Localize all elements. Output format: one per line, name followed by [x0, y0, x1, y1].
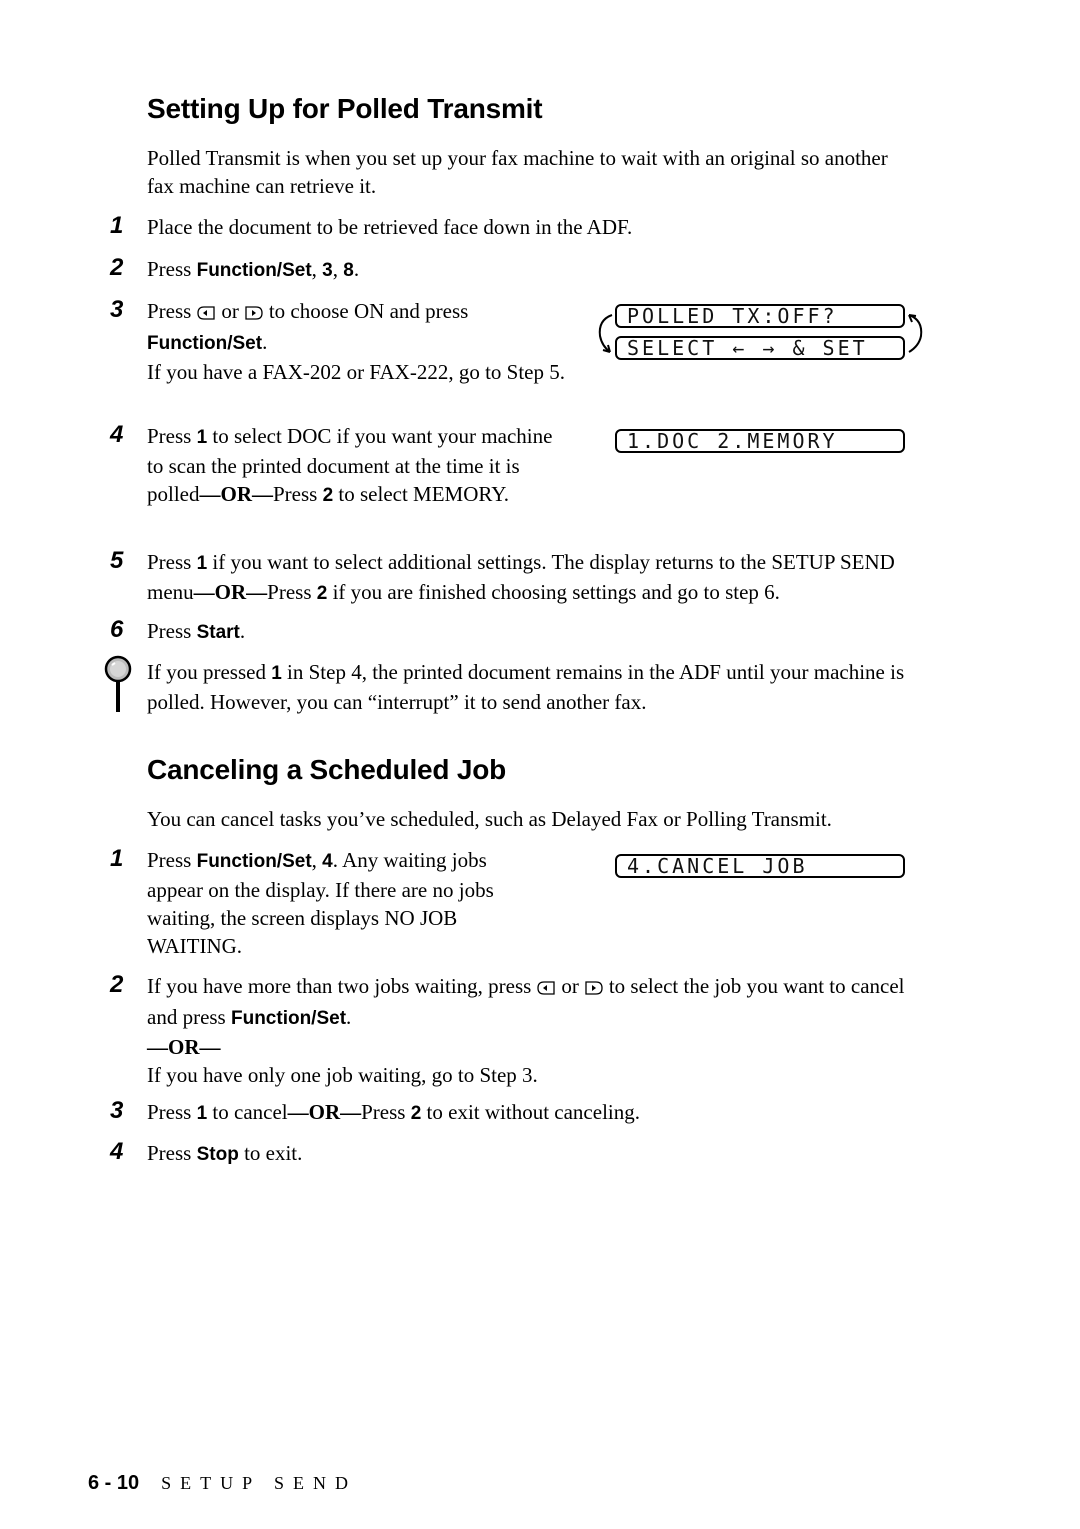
step-text: Press Start.: [147, 619, 246, 643]
step-text: Press Function/Set, 4. Any waiting jobs …: [147, 848, 494, 958]
step-text: Place the document to be retrieved face …: [147, 215, 633, 239]
intro-paragraph: You can cancel tasks you’ve scheduled, s…: [147, 807, 832, 831]
step-number: 2: [110, 254, 124, 281]
step-text: Press or to choose ON and press Function/Se…: [147, 299, 566, 384]
right-arrow-key-icon: [583, 975, 605, 1003]
step-number: 5: [110, 547, 124, 574]
step-number: 1: [110, 845, 124, 872]
step-text: Press Stop to exit.: [147, 1141, 303, 1165]
step-number: 1: [110, 212, 124, 239]
step-text: Press 1 if you want to select additional…: [147, 550, 895, 604]
step-number: 2: [110, 971, 124, 998]
step-number: 4: [110, 421, 124, 448]
lcd-display-line1: POLLED TX:OFF?: [615, 304, 905, 328]
step-text: Press 1 to select DOC if you want your m…: [147, 424, 553, 506]
left-arrow-key-icon: [195, 300, 217, 328]
page-number: 6 - 10: [88, 1472, 140, 1494]
cycle-arrow-right-icon: [908, 314, 923, 353]
step-text: Press 1 to cancel—OR—Press 2 to exit wit…: [147, 1100, 640, 1124]
step-text: Press Function/Set, 3, 8.: [147, 257, 360, 281]
page-footer: 6 - 10 SETUP SEND: [88, 1472, 357, 1495]
right-arrow-key-icon: [243, 300, 265, 328]
lcd-display-doc-memory: 1.DOC 2.MEMORY: [615, 429, 905, 453]
left-arrow-key-icon: [535, 975, 557, 1003]
intro-paragraph: Polled Transmit is when you set up your …: [147, 146, 888, 198]
step-number: 6: [110, 616, 124, 643]
lcd-display-line2: SELECT ← → & SET: [615, 336, 905, 360]
magnifier-tip-icon: [104, 655, 132, 712]
step-number: 4: [110, 1138, 124, 1165]
step-number: 3: [110, 296, 124, 323]
cycle-arrow-left-icon: [598, 314, 613, 353]
tip-text: If you pressed 1 in Step 4, the printed …: [147, 660, 905, 714]
section-title-canceling-job: Canceling a Scheduled Job: [147, 754, 507, 785]
section-title-polled-transmit: Setting Up for Polled Transmit: [147, 93, 543, 124]
chapter-name: SETUP SEND: [161, 1473, 358, 1493]
lcd-display-cancel-job: 4.CANCEL JOB: [615, 854, 905, 878]
step-number: 3: [110, 1097, 124, 1124]
step-text: If you have more than two jobs waiting, …: [147, 974, 905, 1087]
